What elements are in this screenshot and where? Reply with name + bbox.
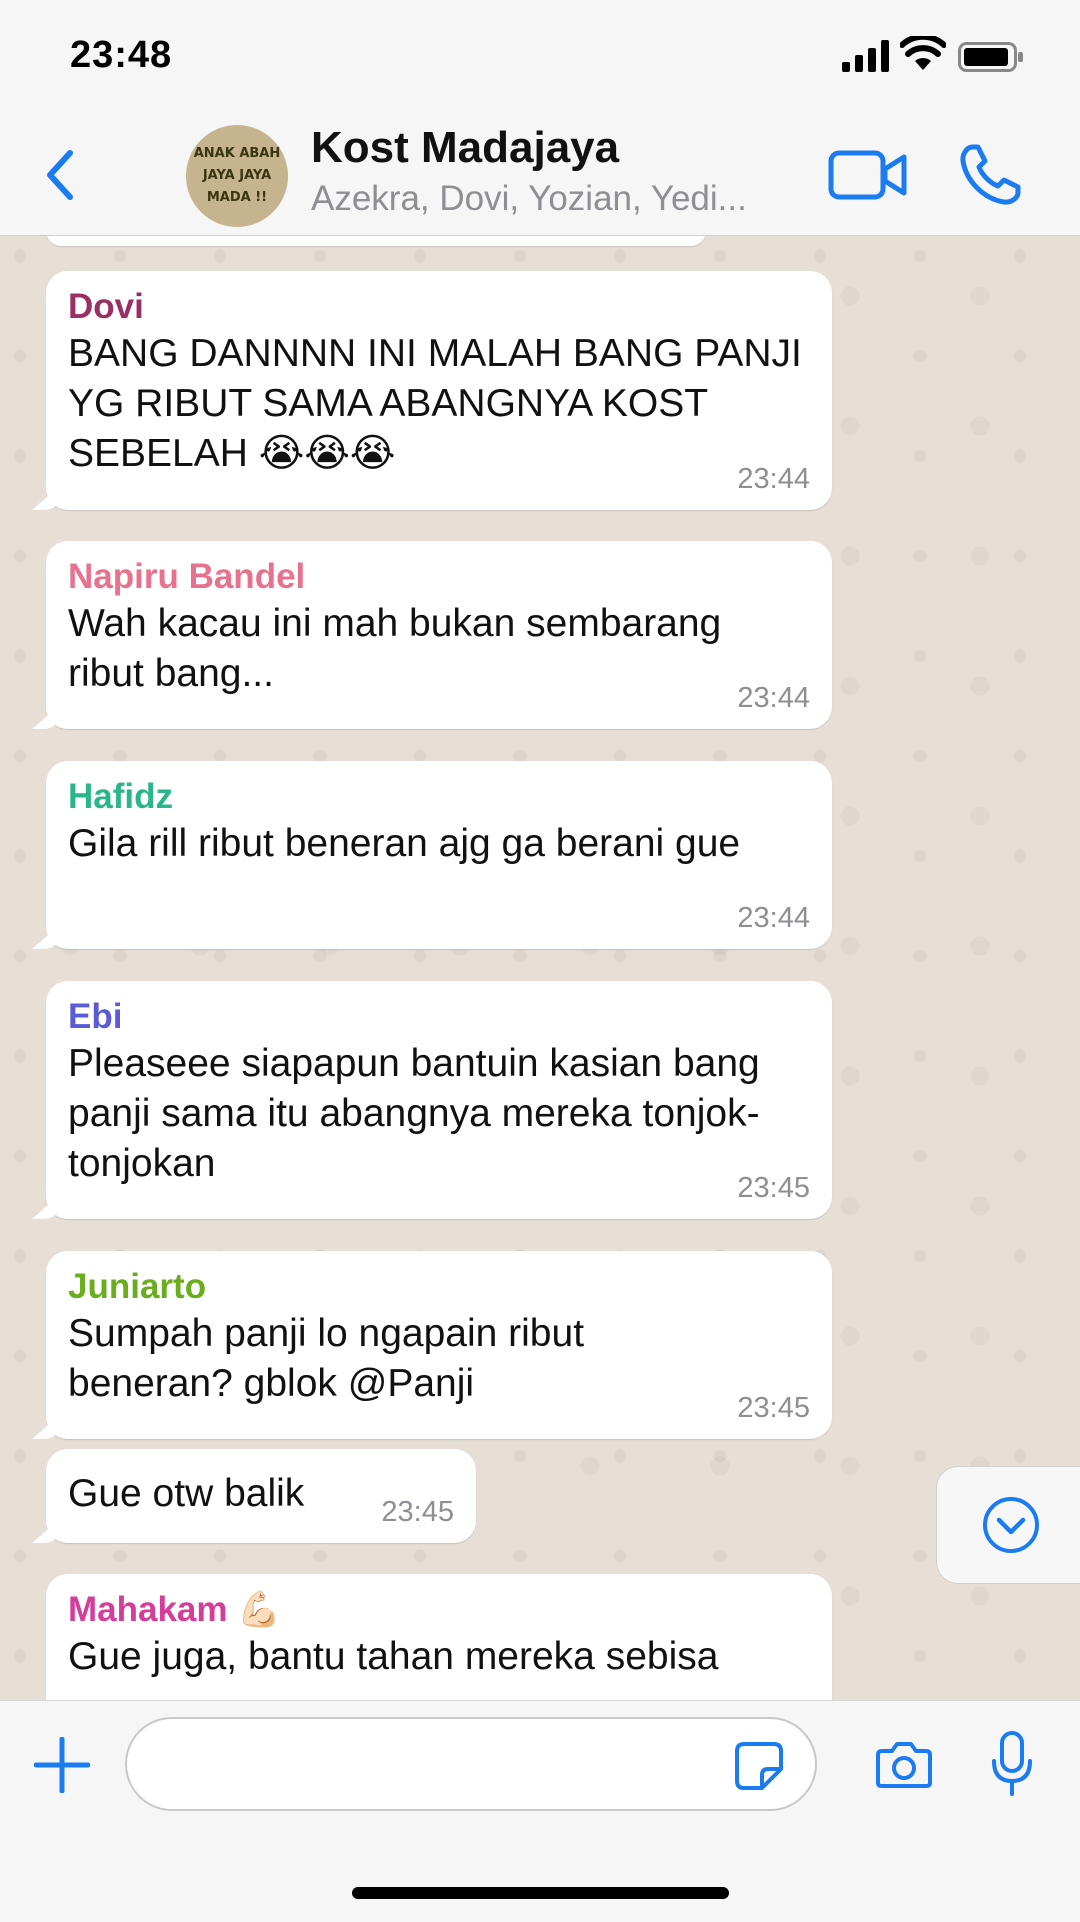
message-sender: Napiru Bandel xyxy=(68,557,306,596)
chat-title[interactable]: Kost Madajaya xyxy=(311,123,619,173)
message-time: 23:45 xyxy=(737,1392,810,1424)
chat-messages[interactable]: Dovi BANG DANNNN INI MALAH BANG PANJI YG… xyxy=(0,236,1080,1700)
scroll-down-icon xyxy=(983,1497,1039,1553)
scroll-to-bottom-button[interactable] xyxy=(936,1466,1080,1584)
message-sender: Juniarto xyxy=(68,1267,207,1306)
message-text: Sumpah panji lo ngapain ribut beneran? g… xyxy=(68,1312,585,1405)
battery-icon xyxy=(958,42,1023,72)
status-time: 23:48 xyxy=(70,34,173,76)
message-sender: Hafidz xyxy=(68,777,173,816)
video-call-icon[interactable] xyxy=(828,147,908,203)
message-bubble-partial xyxy=(46,236,706,246)
message-sender: Dovi xyxy=(68,287,144,326)
plus-icon[interactable] xyxy=(34,1737,90,1793)
message-text: Gue juga, bantu tahan mereka sebisa xyxy=(68,1635,719,1678)
status-bar: 23:48 xyxy=(0,0,1080,115)
phone-icon[interactable] xyxy=(958,143,1022,207)
group-avatar[interactable]: ANAK ABAH JAYA JAYA MADA !! xyxy=(186,125,288,227)
message-input-bar xyxy=(0,1700,1080,1922)
camera-icon[interactable] xyxy=(876,1739,932,1789)
message-time: 23:44 xyxy=(737,682,810,714)
message-time: 23:45 xyxy=(381,1496,454,1528)
home-indicator[interactable] xyxy=(352,1887,729,1899)
wifi-icon xyxy=(900,36,946,70)
message-bubble[interactable]: Dovi BANG DANNNN INI MALAH BANG PANJI YG… xyxy=(46,271,832,510)
crying-emoji: 😭😭😭 xyxy=(258,431,396,476)
message-time: 23:45 xyxy=(737,1172,810,1204)
flexed-bicep-emoji: 💪🏻 xyxy=(237,1590,281,1630)
message-text: Wah kacau ini mah bukan sembarang ribut … xyxy=(68,602,722,695)
avatar-text-line: MADA !! xyxy=(206,190,268,205)
avatar-text-line: JAYA JAYA xyxy=(202,168,272,183)
message-time: 23:44 xyxy=(737,463,810,495)
message-input[interactable] xyxy=(125,1717,817,1811)
message-bubble[interactable]: Juniarto Sumpah panji lo ngapain ribut b… xyxy=(46,1251,832,1439)
message-bubble[interactable]: Gue otw balik 23:45 xyxy=(46,1449,476,1543)
message-time: 23:44 xyxy=(737,902,810,934)
message-bubble[interactable]: Mahakam 💪🏻 Gue juga, bantu tahan mereka … xyxy=(46,1574,832,1700)
message-sender: Ebi xyxy=(68,997,123,1036)
chat-header: ANAK ABAH JAYA JAYA MADA !! Kost Madajay… xyxy=(0,115,1080,236)
microphone-icon[interactable] xyxy=(990,1731,1034,1797)
back-chevron-icon[interactable] xyxy=(40,145,80,205)
cellular-signal-icon xyxy=(842,40,889,72)
message-text: Gila rill ribut beneran ajg ga berani gu… xyxy=(68,822,741,865)
message-bubble[interactable]: Hafidz Gila rill ribut beneran ajg ga be… xyxy=(46,761,832,949)
message-sender: Mahakam 💪🏻 xyxy=(68,1590,281,1630)
message-bubble[interactable]: Ebi Pleaseee siapapun bantuin kasian ban… xyxy=(46,981,832,1219)
message-text: Pleaseee siapapun bantuin kasian bang pa… xyxy=(68,1042,760,1185)
message-bubble[interactable]: Napiru Bandel Wah kacau ini mah bukan se… xyxy=(46,541,832,729)
sticker-icon[interactable] xyxy=(734,1741,784,1791)
avatar-text-line: ANAK ABAH xyxy=(193,146,281,161)
message-text: BANG DANNNN INI MALAH BANG PANJI YG RIBU… xyxy=(68,332,802,476)
chat-participants[interactable]: Azekra, Dovi, Yozian, Yedi... xyxy=(311,179,781,219)
